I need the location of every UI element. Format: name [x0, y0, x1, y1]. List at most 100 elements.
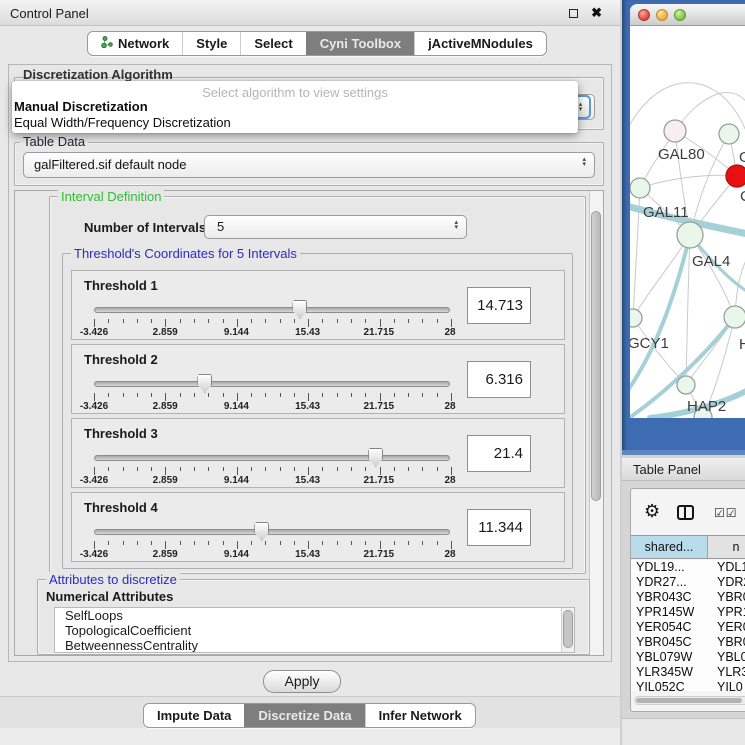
threshold-panel: Threshold 2 -3.4262.8599.14415.4321.7152…: [71, 344, 565, 414]
cell-name: YDL1: [708, 560, 745, 575]
table-row[interactable]: YER054CYER0: [631, 620, 745, 635]
threshold-value-field[interactable]: 11.344: [467, 509, 531, 546]
column-header-name[interactable]: n: [708, 536, 745, 558]
tab-infer-network[interactable]: Infer Network: [365, 704, 475, 727]
threshold-slider-track[interactable]: [94, 381, 450, 387]
threshold-slider-track[interactable]: [94, 529, 450, 535]
network-node[interactable]: [677, 222, 703, 248]
scale-label: -3.426: [80, 327, 108, 338]
mac-zoom-icon[interactable]: [674, 9, 686, 21]
attribute-list-item[interactable]: BetweennessCentrality: [55, 638, 574, 653]
table-rows: YDL19...YDL1YDR27...YDR2YBR043CYBR0YPR14…: [631, 560, 745, 691]
horizontal-scrollbar[interactable]: [634, 696, 745, 705]
table-row[interactable]: YBR043CYBR0: [631, 590, 745, 605]
algorithm-dropdown-popup: Select algorithm to view settings Manual…: [12, 81, 578, 133]
network-canvas[interactable]: GAL80GCGAL11GAL4GCY1HHAP2: [630, 26, 745, 418]
scale-label: 15.43: [295, 549, 320, 560]
table-data-group: galFiltered.sif default node ▴▾: [14, 142, 604, 186]
threshold-label: Threshold 2: [84, 352, 158, 367]
scale-label: 28: [444, 401, 455, 412]
combobox-stepper-icon[interactable]: ▴▾: [454, 220, 458, 230]
dropdown-option[interactable]: Equal Width/Frequency Discretization: [12, 115, 578, 131]
tab-impute-data[interactable]: Impute Data: [144, 704, 244, 727]
dropdown-option[interactable]: Manual Discretization: [12, 99, 578, 115]
cell-name: YPR1: [708, 605, 745, 620]
scale-label: 9.144: [224, 401, 249, 412]
attributes-listbox[interactable]: SelfLoopsTopologicalCoefficientBetweenne…: [54, 607, 575, 653]
table-row[interactable]: YLR345WYLR3: [631, 665, 745, 680]
select-columns-icon[interactable]: ☑☑: [714, 506, 738, 520]
split-view-icon[interactable]: [677, 505, 694, 520]
gear-icon[interactable]: ⚙: [644, 501, 660, 522]
network-node[interactable]: [719, 124, 739, 144]
table-row[interactable]: YIL052CYIL0: [631, 680, 745, 691]
close-icon[interactable]: ✖: [591, 5, 602, 21]
attribute-list-item[interactable]: SelfLoops: [55, 608, 574, 623]
slider-scale-labels: -3.4262.8599.14415.4321.71528: [94, 401, 451, 413]
threshold-slider-thumb[interactable]: [197, 374, 212, 393]
network-window-titlebar: [630, 4, 745, 26]
combobox-stepper-icon[interactable]: ▴▾: [582, 157, 586, 167]
tab-style[interactable]: Style: [182, 32, 240, 55]
apply-button[interactable]: Apply: [263, 670, 341, 693]
tab-network[interactable]: Network: [88, 32, 182, 55]
attribute-list-item[interactable]: TopologicalCoefficient: [55, 623, 574, 638]
table-row[interactable]: YPR145WYPR1: [631, 605, 745, 620]
network-node[interactable]: [664, 120, 686, 142]
network-node[interactable]: [677, 376, 695, 394]
attributes-group: Attributes to discretize Numerical Attri…: [37, 579, 590, 655]
float-window-icon[interactable]: [569, 9, 578, 18]
number-of-intervals-combobox[interactable]: 5 ▴▾: [204, 215, 467, 239]
tab-label: Impute Data: [157, 708, 231, 723]
network-node[interactable]: [630, 178, 650, 198]
column-header-shared-name[interactable]: shared...: [631, 536, 708, 558]
scale-label: -3.426: [80, 401, 108, 412]
table-data-combobox[interactable]: galFiltered.sif default node ▴▾: [23, 152, 595, 178]
scale-label: 28: [444, 327, 455, 338]
interval-definition-title: Interval Definition: [58, 189, 164, 204]
threshold-panel: Threshold 3 -3.4262.8599.14415.4321.7152…: [71, 418, 565, 488]
cell-shared-name: YDL19...: [631, 560, 708, 575]
threshold-label: Threshold 3: [84, 426, 158, 441]
table-row[interactable]: YBR045CYBR0: [631, 635, 745, 650]
vertical-scrollbar[interactable]: [589, 191, 603, 655]
network-node[interactable]: [630, 309, 642, 327]
scrollbar-thumb[interactable]: [563, 610, 573, 648]
cell-name: YIL0: [708, 680, 743, 691]
threshold-label: Threshold 4: [84, 500, 158, 515]
table-row[interactable]: YDL19...YDL1: [631, 560, 745, 575]
tab-label: Network: [118, 36, 169, 51]
cell-shared-name: YBL079W: [631, 650, 708, 665]
scale-label: 2.859: [153, 401, 178, 412]
network-edge[interactable]: [640, 175, 737, 188]
network-edge[interactable]: [686, 235, 690, 385]
threshold-slider-track[interactable]: [94, 307, 450, 313]
network-node[interactable]: [724, 306, 745, 328]
list-scrollbar[interactable]: [561, 608, 574, 652]
network-node-label: GAL4: [692, 253, 730, 270]
tab-jactivemnodules[interactable]: jActiveMNodules: [414, 32, 546, 55]
threshold-slider-thumb[interactable]: [254, 522, 269, 541]
network-edge[interactable]: [633, 235, 690, 318]
scrollbar-thumb[interactable]: [636, 698, 742, 703]
scrollbar-thumb[interactable]: [591, 211, 601, 501]
threshold-value-field[interactable]: 14.713: [467, 287, 531, 324]
tab-discretize-data[interactable]: Discretize Data: [244, 704, 364, 727]
threshold-slider-track[interactable]: [94, 455, 450, 461]
scale-label: 21.715: [364, 401, 395, 412]
network-node[interactable]: [726, 165, 745, 187]
table-row[interactable]: YBL079WYBL0: [631, 650, 745, 665]
dropdown-placeholder: Select algorithm to view settings: [12, 81, 578, 99]
table-row[interactable]: YDR27...YDR2: [631, 575, 745, 590]
tab-select[interactable]: Select: [240, 32, 305, 55]
control-panel-title: Control Panel: [10, 6, 89, 21]
threshold-value-field[interactable]: 6.316: [467, 361, 531, 398]
threshold-slider-thumb[interactable]: [292, 300, 307, 319]
interval-definition-group: Interval Definition Number of Intervals …: [49, 196, 586, 574]
threshold-slider-thumb[interactable]: [368, 448, 383, 467]
cell-name: YBR0: [708, 635, 745, 650]
threshold-value-field[interactable]: 21.4: [467, 435, 531, 472]
mac-close-icon[interactable]: [638, 9, 650, 21]
tab-cyni-toolbox[interactable]: Cyni Toolbox: [306, 32, 414, 55]
mac-minimize-icon[interactable]: [656, 9, 668, 21]
